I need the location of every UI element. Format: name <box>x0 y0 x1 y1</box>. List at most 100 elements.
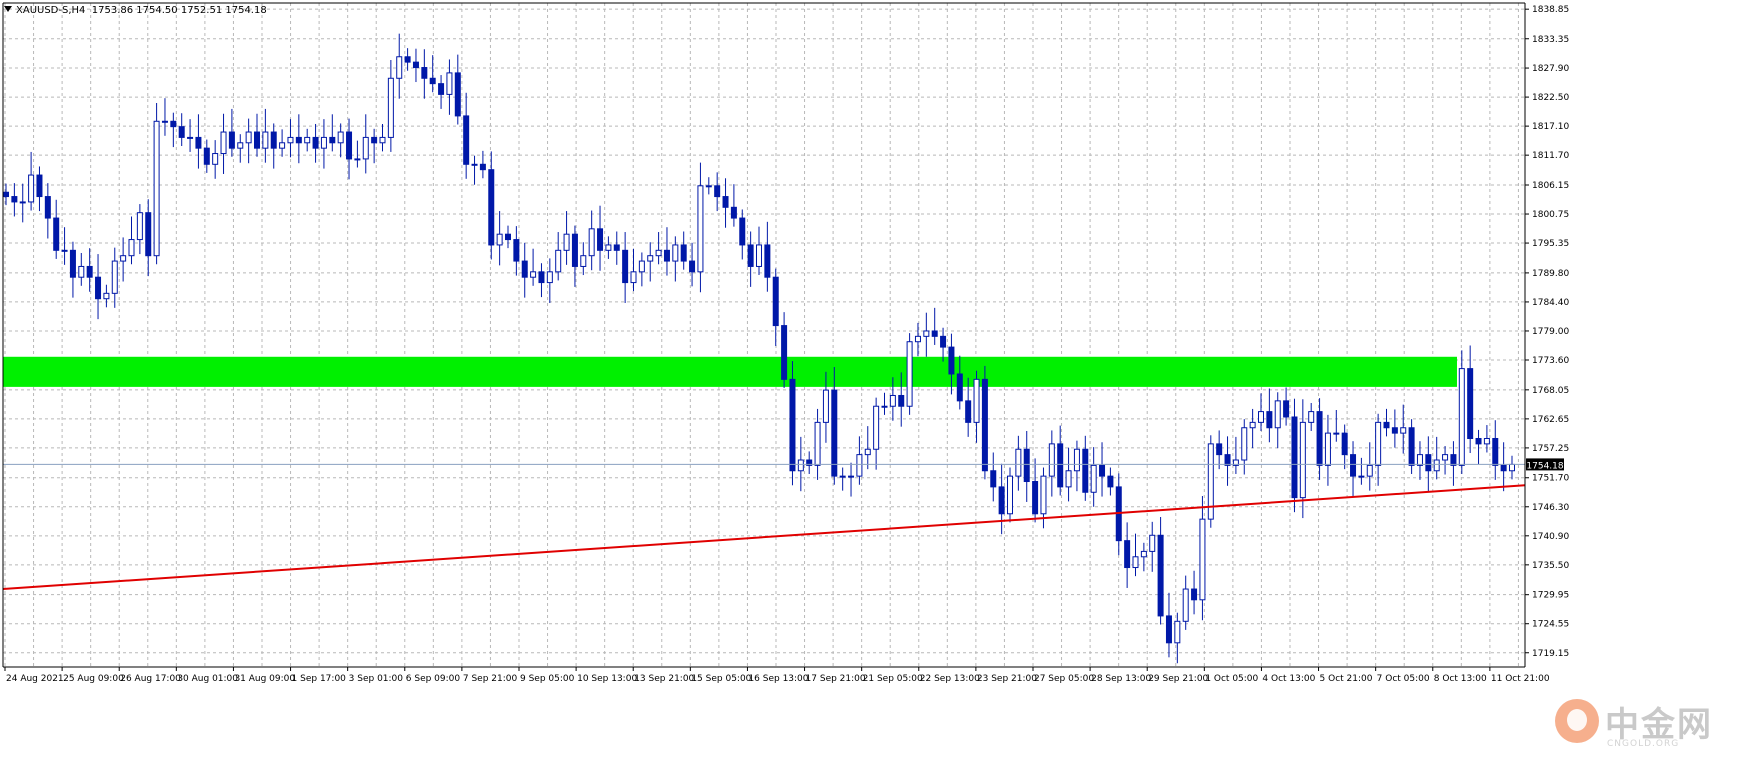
candle-body <box>312 136 319 149</box>
candle-body <box>588 228 595 257</box>
candle-body <box>1140 550 1147 558</box>
candle-body <box>220 131 227 155</box>
y-tick-label: 1773.60 <box>1532 356 1569 366</box>
candle-body <box>245 131 252 144</box>
candle-body <box>1366 464 1373 477</box>
candle-body <box>981 378 988 472</box>
candle-body <box>1433 459 1440 472</box>
candle-body <box>295 136 302 144</box>
ohlc-values: 1753.86 1754.50 1752.51 1754.18 <box>91 5 267 16</box>
candle-body <box>931 330 938 337</box>
y-tick-label: 1795.35 <box>1532 239 1569 249</box>
candle-body <box>254 131 260 149</box>
candle-body <box>1207 443 1214 520</box>
candle-body <box>722 196 729 208</box>
y-tick-label: 1746.30 <box>1532 503 1569 513</box>
candle-body <box>471 163 478 166</box>
candle-body <box>873 405 880 450</box>
trendline <box>2 484 1526 591</box>
candle-body <box>86 265 93 278</box>
support-resistance-zone <box>3 356 1457 387</box>
x-tick-label: 7 Sep 21:00 <box>463 674 518 684</box>
y-tick-label: 1838.85 <box>1532 5 1569 15</box>
candle-body <box>270 131 277 149</box>
candle-body <box>1073 448 1080 472</box>
candle-body <box>11 196 18 203</box>
green-zone <box>3 356 1457 387</box>
candle-body <box>36 174 43 198</box>
candle-body <box>178 126 185 138</box>
candle-body <box>998 486 1005 515</box>
candle-body <box>822 389 829 423</box>
x-tick-label: 5 Oct 21:00 <box>1320 674 1373 684</box>
candle-body <box>371 136 378 144</box>
candle-body <box>898 394 905 407</box>
candle-body <box>781 325 788 380</box>
x-tick-label: 8 Oct 13:00 <box>1434 674 1487 684</box>
x-tick-label: 25 Aug 09:00 <box>63 674 124 684</box>
candle-body <box>505 233 511 241</box>
candle-body <box>128 239 135 257</box>
candle-body <box>136 212 143 241</box>
y-tick-label: 1757.25 <box>1532 444 1569 454</box>
candle-body <box>421 67 428 79</box>
candle-body <box>203 147 210 165</box>
candle-body <box>1048 443 1055 477</box>
chart-header: XAUUSD-S,H4 1753.86 1754.50 1752.51 1754… <box>4 5 267 16</box>
candle-body <box>362 136 369 160</box>
y-tick-label: 1779.00 <box>1532 327 1569 337</box>
y-tick-label: 1724.55 <box>1532 620 1569 630</box>
candle-body <box>379 136 386 144</box>
candle-body <box>655 249 662 257</box>
candle-body <box>1182 588 1189 622</box>
candle-body <box>856 454 863 477</box>
dropdown-triangle-icon[interactable] <box>4 6 12 12</box>
y-tick-label: 1817.10 <box>1532 122 1569 132</box>
candle-body <box>513 239 520 262</box>
candle-body <box>839 475 846 478</box>
candle-body <box>1174 620 1181 644</box>
candle-body <box>446 72 453 95</box>
candle-body <box>597 228 604 251</box>
candle-body <box>78 265 85 278</box>
candle-body <box>831 389 838 477</box>
candle-body <box>1032 481 1039 515</box>
x-tick-label: 21 Sep 05:00 <box>863 674 923 684</box>
candle-body <box>1383 421 1390 429</box>
candle-body <box>605 244 612 251</box>
candle-body <box>1333 432 1340 435</box>
candle-body <box>1316 411 1323 466</box>
candle-body <box>1165 615 1172 644</box>
candle-body <box>120 255 127 262</box>
candle-body <box>1475 437 1482 445</box>
candle-body <box>170 120 177 128</box>
candle-body <box>1375 421 1382 466</box>
candle-body <box>672 244 679 262</box>
candle-body <box>1358 475 1365 478</box>
candle-body <box>772 276 779 327</box>
candle-body <box>546 271 553 284</box>
x-tick-label: 22 Sep 13:00 <box>920 674 980 684</box>
candle-body <box>647 255 654 262</box>
candle-body <box>279 142 286 149</box>
x-tick-label: 23 Sep 21:00 <box>977 674 1037 684</box>
candle-body <box>304 136 311 144</box>
candle-body <box>1500 464 1507 472</box>
candle-body <box>1090 464 1097 493</box>
y-tick-label: 1784.40 <box>1532 298 1569 308</box>
candle-body <box>889 394 896 407</box>
y-tick-label: 1811.70 <box>1532 151 1569 161</box>
candle-body <box>95 276 102 300</box>
grid-lines <box>3 3 1525 667</box>
candle-body <box>530 271 537 278</box>
y-axis-labels: 1838.85 1833.35 1827.90 1822.50 1817.10 1811.… <box>1525 5 1569 659</box>
candle-body <box>195 136 202 149</box>
candle-body <box>923 330 930 337</box>
candle-body <box>479 163 486 171</box>
price-chart[interactable]: 1754.18 1838.85 1833.35 1827.90 1822.50 1817… <box>0 0 1741 763</box>
y-tick-label: 1827.90 <box>1532 64 1569 74</box>
candle-body <box>53 217 60 251</box>
candle-body <box>1107 475 1114 488</box>
candle-body <box>496 233 503 246</box>
candle-body <box>1483 437 1490 445</box>
